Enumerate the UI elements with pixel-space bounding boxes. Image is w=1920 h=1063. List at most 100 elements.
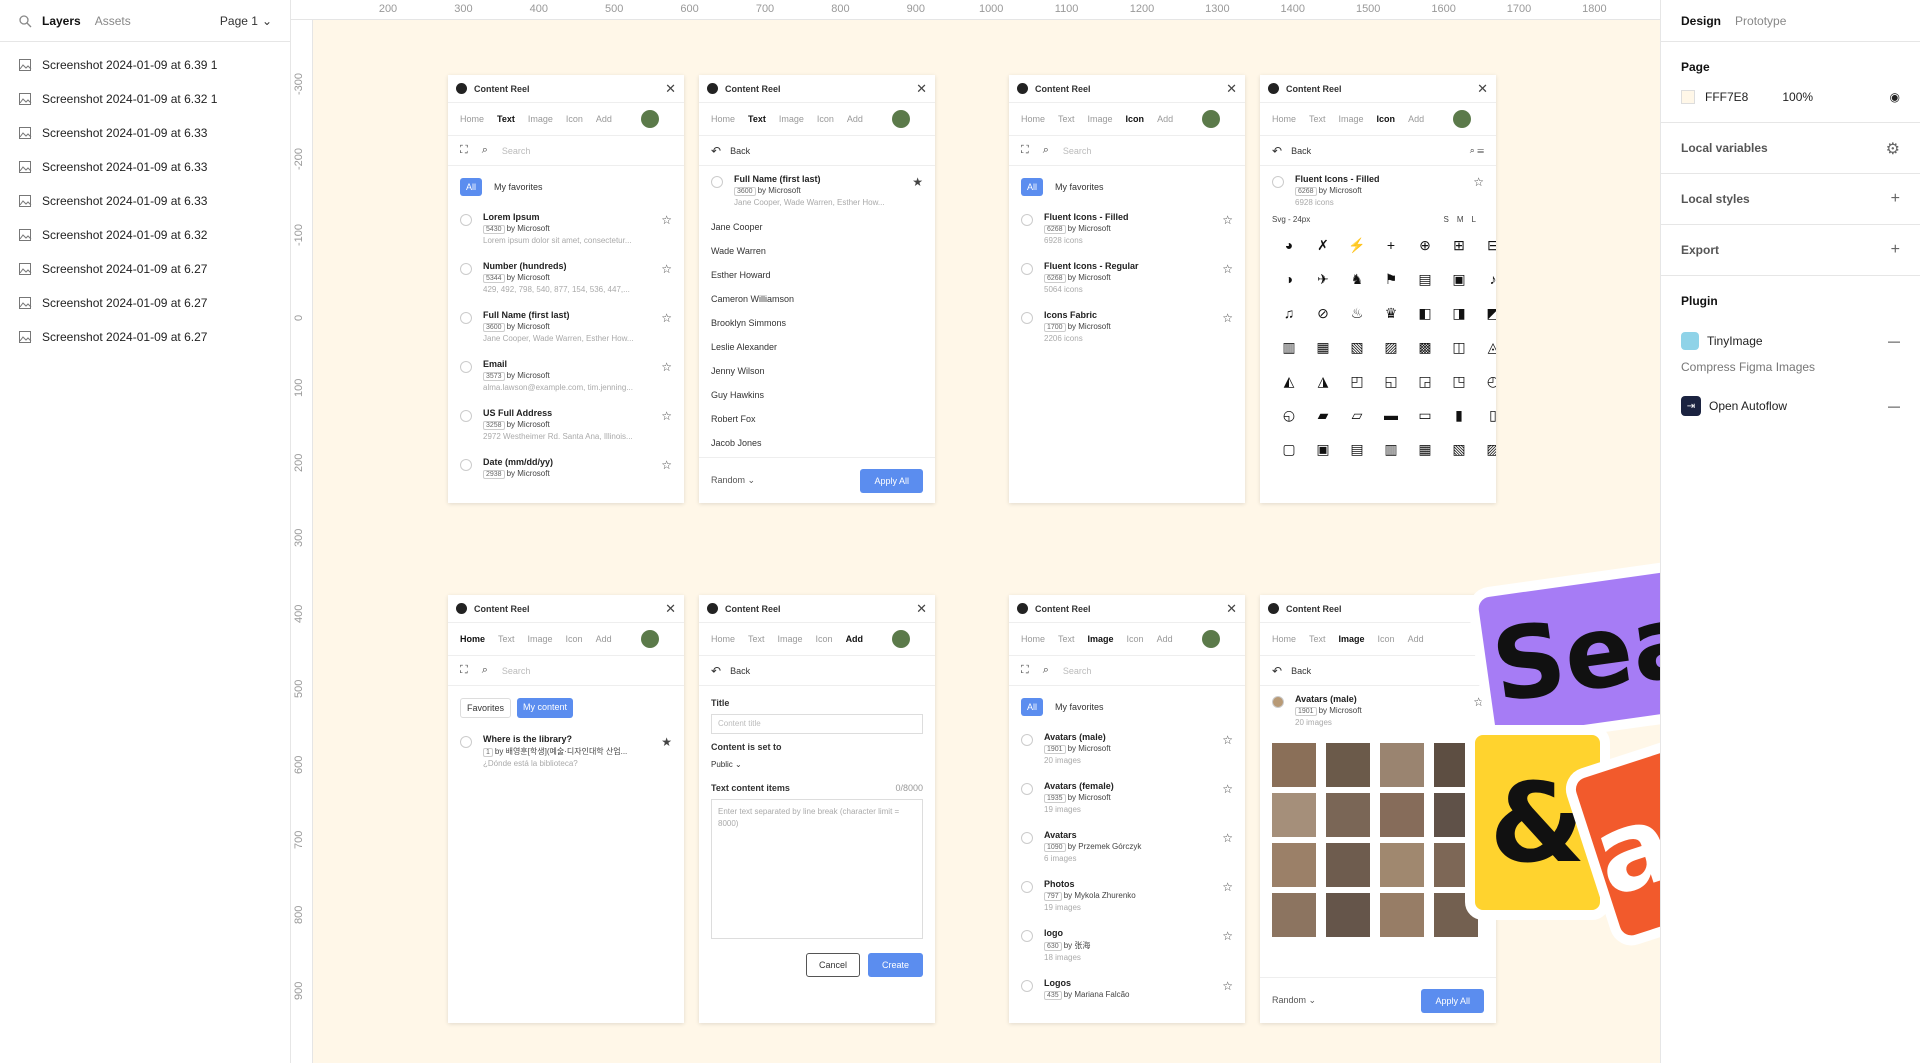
nav-home[interactable]: Home: [1272, 634, 1296, 644]
list-item[interactable]: Number (hundreds) 5344 by Microsoft 429, 49…: [448, 253, 684, 302]
frame-icon-list[interactable]: Content Reel ✕ Home Text Image Icon Add ⛶ ⌕ Sea…: [1009, 75, 1245, 503]
nav-home[interactable]: Home: [460, 114, 484, 124]
glyph-icon[interactable]: ◱: [1374, 364, 1408, 398]
nav-icon[interactable]: Icon: [816, 634, 833, 644]
photo-thumb[interactable]: [1272, 793, 1316, 837]
close-icon[interactable]: ✕: [1226, 81, 1237, 97]
plugin-open-autoflow[interactable]: ⇥ Open Autoflow —: [1681, 396, 1900, 416]
glyph-icon[interactable]: ▧: [1442, 432, 1476, 466]
name-item[interactable]: Jane Cooper: [699, 215, 935, 239]
glyph-icon[interactable]: ▦: [1306, 330, 1340, 364]
list-item[interactable]: Fluent Icons - Filled 6268 by Microsoft 692…: [1009, 204, 1245, 253]
frame-add[interactable]: Content Reel ✕ Home Text Image Icon Add ↶ Back…: [699, 595, 935, 1023]
name-item[interactable]: Guy Hawkins: [699, 383, 935, 407]
minus-icon[interactable]: —: [1888, 334, 1900, 348]
nav-icon[interactable]: Icon: [566, 634, 583, 644]
photo-thumb[interactable]: [1380, 793, 1424, 837]
close-icon[interactable]: ✕: [1477, 601, 1488, 617]
avatar[interactable]: [892, 110, 910, 128]
scan-icon[interactable]: ⛶: [1021, 144, 1029, 157]
glyph-icon[interactable]: ▨: [1374, 330, 1408, 364]
content-item[interactable]: Where is the library? 1 by 배영훈[학생](예술·디자인대…: [448, 726, 684, 776]
sliders-icon[interactable]: ⚙: [1886, 139, 1900, 159]
random-select[interactable]: Random ⌄: [711, 475, 755, 486]
glyph-icon[interactable]: ▤: [1340, 432, 1374, 466]
name-item[interactable]: Brooklyn Simmons: [699, 311, 935, 335]
glyph-icon[interactable]: ▱: [1340, 398, 1374, 432]
export-section[interactable]: Export +: [1661, 225, 1920, 276]
photo-thumb[interactable]: [1380, 893, 1424, 937]
star-icon[interactable]: ☆: [1222, 929, 1233, 943]
nav-add[interactable]: Add: [1157, 114, 1173, 124]
glyph-icon[interactable]: ◰: [1340, 364, 1374, 398]
name-item[interactable]: Wade Warren: [699, 239, 935, 263]
eye-icon[interactable]: ◉: [1890, 90, 1900, 104]
star-icon[interactable]: ☆: [661, 409, 672, 423]
list-item[interactable]: Photos 797 by Mykola Zhurenko 19 images ☆: [1009, 871, 1245, 920]
close-icon[interactable]: ✕: [916, 601, 927, 617]
frame-text-list[interactable]: Content Reel ✕ Home Text Image Icon Add ⛶ ⌕ Sea…: [448, 75, 684, 503]
photo-thumb[interactable]: [1272, 843, 1316, 887]
star-icon[interactable]: ☆: [661, 311, 672, 325]
list-item[interactable]: Full Name (first last) 3600 by Microsoft Ja…: [448, 302, 684, 351]
title-input[interactable]: Content title: [711, 714, 923, 734]
star-icon[interactable]: ☆: [661, 262, 672, 276]
star-icon[interactable]: ☆: [1222, 733, 1233, 747]
photo-thumb[interactable]: [1434, 743, 1478, 787]
glyph-icon[interactable]: ⊞: [1442, 228, 1476, 262]
pill-all[interactable]: All: [1021, 178, 1044, 196]
glyph-icon[interactable]: ◬: [1476, 330, 1496, 364]
photo-thumb[interactable]: [1434, 793, 1478, 837]
glyph-icon[interactable]: ▦: [1408, 432, 1442, 466]
glyph-icon[interactable]: ♫: [1272, 296, 1306, 330]
layer-item[interactable]: Screenshot 2024-01-09 at 6.32 1: [0, 82, 290, 116]
star-icon[interactable]: ☆: [1473, 695, 1484, 709]
back-button[interactable]: ↶ Back: [699, 136, 935, 166]
star-icon[interactable]: ☆: [1222, 979, 1233, 993]
canvas[interactable]: 200 300 400 500 600 700 800 900 1000 1100 1200 1300…: [291, 0, 1660, 1063]
size-l[interactable]: L: [1472, 215, 1484, 224]
apply-all-button[interactable]: Apply All: [860, 468, 923, 493]
glyph-icon[interactable]: ▯: [1476, 398, 1496, 432]
close-icon[interactable]: ✕: [1477, 81, 1488, 97]
size-options[interactable]: SML: [1444, 215, 1484, 224]
glyph-icon[interactable]: ▣: [1306, 432, 1340, 466]
avatar[interactable]: [892, 630, 910, 648]
color-swatch[interactable]: [1681, 90, 1695, 104]
search-input[interactable]: Search: [502, 666, 531, 676]
search-bar[interactable]: ⛶ ⌕ Search: [1009, 136, 1245, 166]
glyph-icon[interactable]: ▤: [1408, 262, 1442, 296]
nav-icon[interactable]: Icon: [566, 114, 583, 124]
tab-layers[interactable]: Layers: [42, 14, 81, 28]
nav-home[interactable]: Home: [460, 634, 485, 644]
glyph-icon[interactable]: ▧: [1340, 330, 1374, 364]
glyph-icon[interactable]: ♪: [1476, 262, 1497, 296]
glyph-icon[interactable]: ▥: [1374, 432, 1408, 466]
scan-icon[interactable]: ⛶: [460, 144, 468, 157]
nav-add[interactable]: Add: [1408, 114, 1424, 124]
layer-item[interactable]: Screenshot 2024-01-09 at 6.27: [0, 286, 290, 320]
list-item[interactable]: Email 3573 by Microsoft alma.lawson@example…: [448, 351, 684, 400]
glyph-icon[interactable]: ◲: [1408, 364, 1442, 398]
glyph-icon[interactable]: ▩: [1408, 330, 1442, 364]
nav-add[interactable]: Add: [1408, 634, 1424, 644]
star-filled-icon[interactable]: ★: [661, 735, 672, 749]
avatar[interactable]: [1202, 110, 1220, 128]
photo-thumb[interactable]: [1272, 743, 1316, 787]
list-item[interactable]: Fluent Icons - Regular 6268 by Microsoft 50…: [1009, 253, 1245, 302]
size-s[interactable]: S: [1444, 215, 1457, 224]
frame-image-grid[interactable]: Content Reel ✕ Home Text Image Icon Add ↶ Back…: [1260, 595, 1496, 1023]
nav-add[interactable]: Add: [846, 634, 864, 644]
nav-add[interactable]: Add: [596, 634, 612, 644]
pill-all[interactable]: All: [460, 178, 483, 196]
back-button[interactable]: ↶ Back: [699, 656, 935, 686]
minus-icon[interactable]: —: [1888, 399, 1900, 413]
glyph-icon[interactable]: ◴: [1476, 364, 1496, 398]
star-icon[interactable]: ☆: [1222, 782, 1233, 796]
nav-text[interactable]: Text: [748, 114, 766, 124]
glyph-icon[interactable]: ✗: [1306, 228, 1340, 262]
search-input[interactable]: Search: [502, 146, 531, 156]
list-item[interactable]: Avatars (female) 1935 by Microsoft 19 image…: [1009, 773, 1245, 822]
back-button[interactable]: ↶ Back ⌕ ☰: [1260, 136, 1496, 166]
glyph-icon[interactable]: ◮: [1306, 364, 1340, 398]
